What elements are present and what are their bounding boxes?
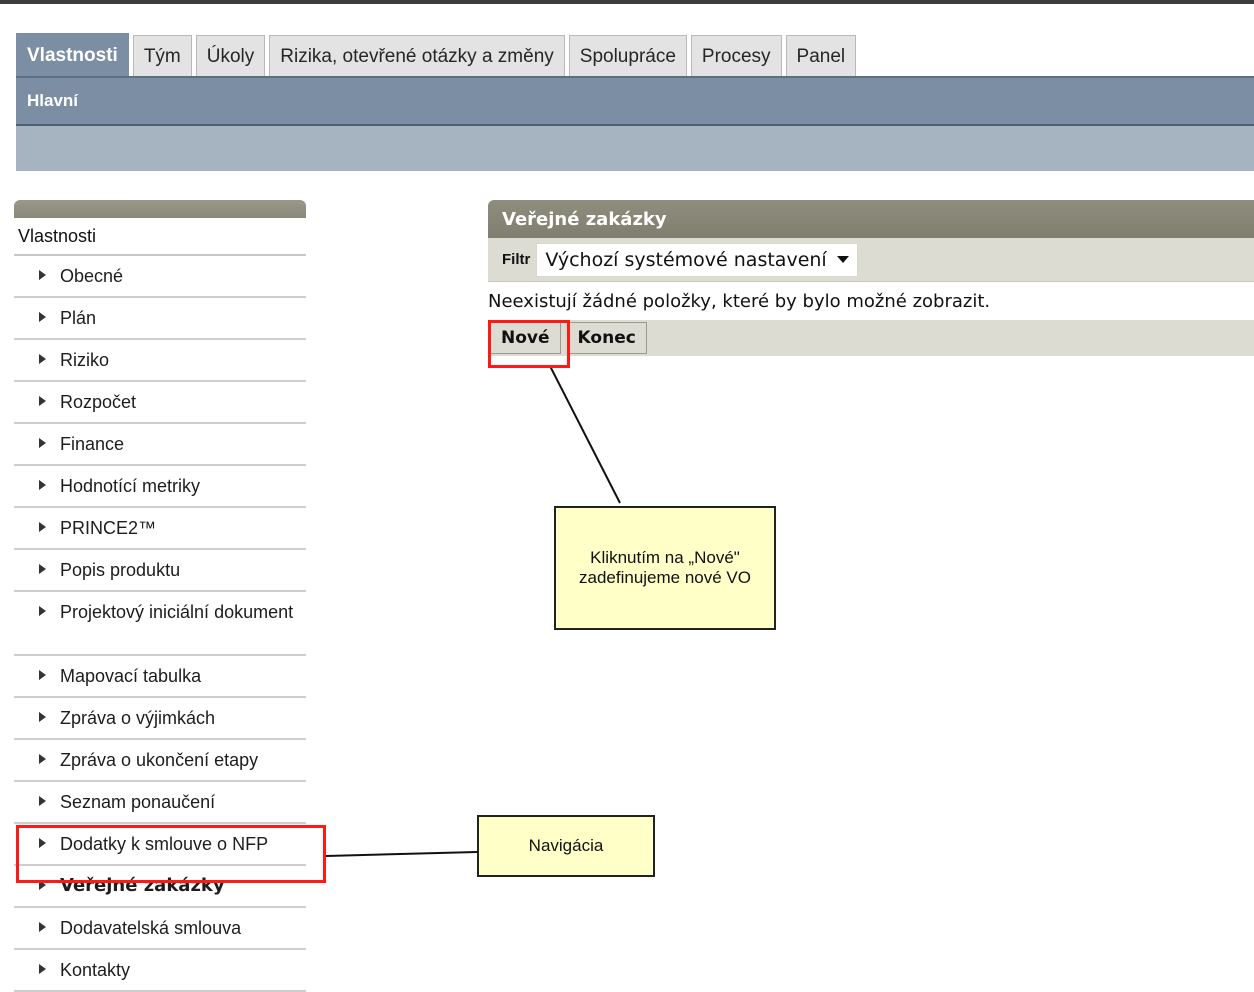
annotation-connectors — [325, 365, 621, 857]
callout-new-hint: Kliknutím na „Nové" zadefinujeme nové VO — [554, 506, 776, 630]
sidebar-item-label: Kontakty — [60, 960, 131, 980]
connector-line-nav — [325, 851, 478, 857]
arrow-right-icon — [39, 964, 46, 974]
callout-new-text: Kliknutím na „Nové" zadefinujeme nové VO — [579, 548, 751, 587]
sidebar-item-kontakty[interactable]: Kontakty — [14, 950, 306, 992]
callout-navigation: Navigácia — [477, 815, 655, 877]
connector-line-new — [549, 365, 621, 504]
highlight-nav-item — [16, 825, 326, 883]
highlight-new-button — [488, 320, 570, 368]
callout-nav-text: Navigácia — [528, 836, 604, 855]
